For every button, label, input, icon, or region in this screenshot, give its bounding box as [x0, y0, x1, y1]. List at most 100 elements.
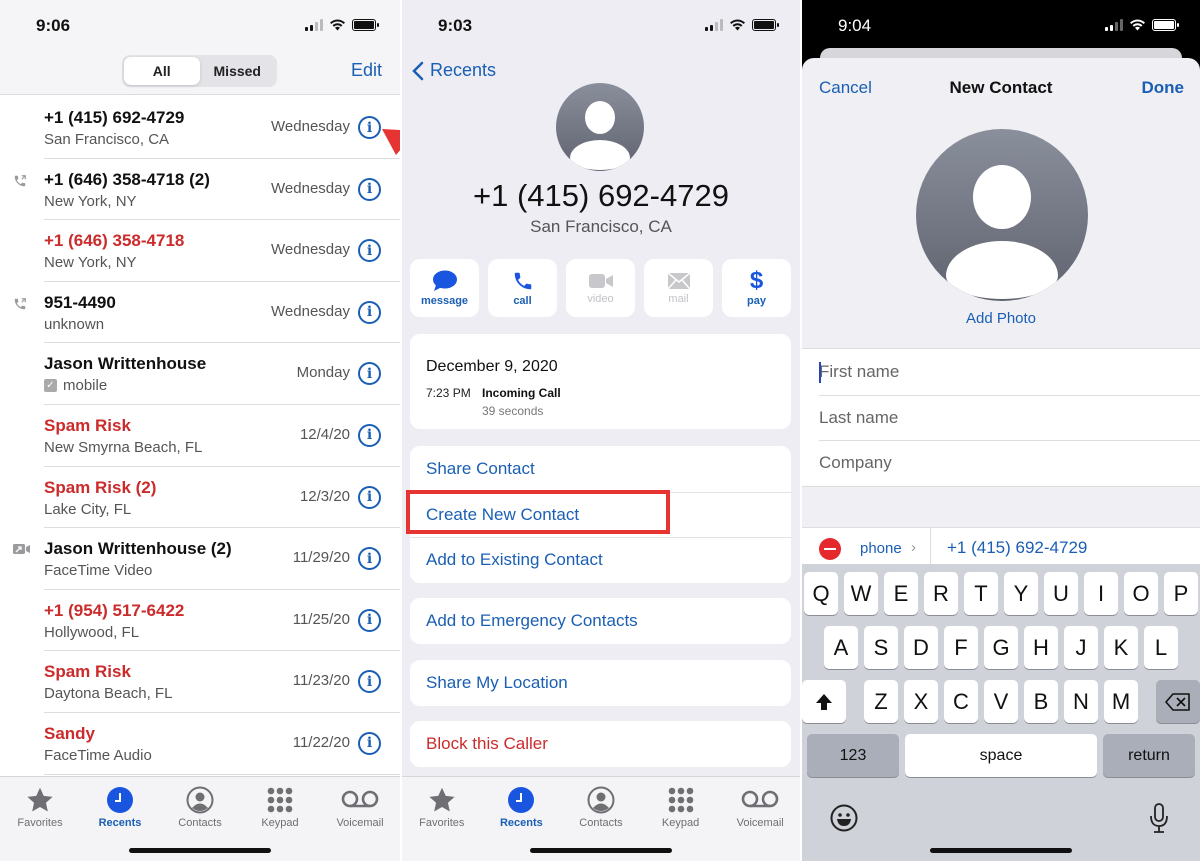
mail-button[interactable]: mail — [644, 259, 713, 317]
contact-photo-placeholder[interactable] — [916, 129, 1088, 301]
recent-call-row[interactable]: Sandy FaceTime Audio 11/22/20 i — [0, 713, 400, 775]
back-button[interactable]: Recents — [412, 60, 496, 81]
key-l[interactable]: L — [1144, 626, 1178, 669]
key-f[interactable]: F — [944, 626, 978, 669]
phone-value[interactable]: +1 (415) 692-4729 — [947, 538, 1087, 558]
first-name-input[interactable] — [819, 361, 1200, 382]
recent-call-row[interactable]: Spam Risk Daytona Beach, FL 11/23/20 i — [0, 651, 400, 713]
done-button[interactable]: Done — [1142, 78, 1185, 98]
avatar — [556, 83, 644, 171]
share-contact-item[interactable]: Share Contact — [410, 446, 791, 492]
key-g[interactable]: G — [984, 626, 1018, 669]
tab-contacts[interactable]: Contacts — [561, 777, 641, 829]
info-button[interactable]: i — [358, 300, 381, 324]
emoji-button[interactable] — [830, 804, 858, 837]
recent-call-row[interactable]: +1 (646) 358-4718 (2) New York, NY Wednesd… — [0, 159, 400, 221]
tab-keypad[interactable]: Keypad — [641, 777, 721, 829]
key-k[interactable]: K — [1104, 626, 1138, 669]
tab-contacts[interactable]: Contacts — [160, 777, 240, 829]
key-v[interactable]: V — [984, 680, 1018, 723]
key-a[interactable]: A — [824, 626, 858, 669]
key-i[interactable]: I — [1084, 572, 1118, 615]
caller-subtitle: New York, NY — [44, 192, 137, 210]
info-button[interactable]: i — [358, 177, 381, 201]
key-m[interactable]: M — [1104, 680, 1138, 723]
info-button[interactable]: i — [358, 608, 381, 632]
key-d[interactable]: D — [904, 626, 938, 669]
key-z[interactable]: Z — [864, 680, 898, 723]
recent-call-row[interactable]: Spam Risk New Smyrna Beach, FL 12/4/20 i — [0, 405, 400, 467]
recent-call-row[interactable]: +1 (415) 692-4729 San Francisco, CA Wednes… — [0, 97, 400, 159]
remove-phone-button[interactable] — [819, 538, 841, 560]
recent-call-row[interactable]: 951-4490 unknown Wednesday i — [0, 282, 400, 344]
key-w[interactable]: W — [844, 572, 878, 615]
company-input[interactable] — [819, 453, 1200, 474]
shift-key[interactable] — [802, 680, 846, 723]
share-my-location-item[interactable]: Share My Location — [410, 660, 791, 706]
key-y[interactable]: Y — [1004, 572, 1038, 615]
key-c[interactable]: C — [944, 680, 978, 723]
key-x[interactable]: X — [904, 680, 938, 723]
key-r[interactable]: R — [924, 572, 958, 615]
last-name-input[interactable] — [819, 407, 1200, 428]
numbers-key[interactable]: 123 — [807, 734, 899, 777]
key-h[interactable]: H — [1024, 626, 1058, 669]
add-photo-button[interactable]: Add Photo — [802, 310, 1200, 327]
key-u[interactable]: U — [1044, 572, 1078, 615]
recent-call-row[interactable]: +1 (646) 358-4718 New York, NY Wednesday i — [0, 220, 400, 282]
key-b[interactable]: B — [1024, 680, 1058, 723]
recent-call-row[interactable]: Jason Writtenhouse ✓ mobile Monday i — [0, 343, 400, 405]
add-to-emergency-contacts-item[interactable]: Add to Emergency Contacts — [410, 598, 791, 644]
key-o[interactable]: O — [1124, 572, 1158, 615]
info-button[interactable]: i — [358, 547, 381, 571]
tab-favorites[interactable]: Favorites — [402, 777, 482, 829]
info-button[interactable]: i — [358, 423, 381, 447]
video-button[interactable]: video — [566, 259, 635, 317]
battery-icon — [752, 18, 779, 31]
segment-all[interactable]: All — [124, 57, 200, 85]
key-p[interactable]: P — [1164, 572, 1198, 615]
recent-call-row[interactable]: Spam Risk (2) Lake City, FL 12/3/20 i — [0, 467, 400, 529]
add-to-existing-contact-item[interactable]: Add to Existing Contact — [410, 537, 791, 583]
info-button[interactable]: i — [358, 731, 381, 755]
caller-subtitle: ✓ mobile — [44, 377, 107, 394]
call-button[interactable]: call — [488, 259, 557, 317]
tab-recents[interactable]: Recents — [482, 777, 562, 829]
block-caller-item[interactable]: Block this Caller — [410, 721, 791, 767]
tab-favorites[interactable]: Favorites — [0, 777, 80, 829]
key-q[interactable]: Q — [804, 572, 838, 615]
message-button[interactable]: message — [410, 259, 479, 317]
tab-keypad[interactable]: Keypad — [240, 777, 320, 829]
key-e[interactable]: E — [884, 572, 918, 615]
recent-call-row[interactable]: +1 (954) 517-6422 Hollywood, FL 11/25/20 i — [0, 590, 400, 652]
info-button[interactable]: i — [358, 485, 381, 509]
phone-label-selector[interactable]: phone — [860, 540, 902, 557]
space-key[interactable]: space — [905, 734, 1097, 777]
chevron-left-icon — [412, 61, 424, 80]
pay-button[interactable]: $ pay — [722, 259, 791, 317]
recent-call-row[interactable]: Jason Writtenhouse (2) FaceTime Video 11/2… — [0, 528, 400, 590]
cancel-button[interactable]: Cancel — [819, 78, 872, 98]
segment-missed[interactable]: Missed — [200, 57, 276, 85]
return-key[interactable]: return — [1103, 734, 1195, 777]
info-button[interactable]: i — [358, 239, 381, 263]
key-s[interactable]: S — [864, 626, 898, 669]
status-time: 9:04 — [838, 16, 872, 35]
key-t[interactable]: T — [964, 572, 998, 615]
mail-icon — [666, 271, 691, 289]
backspace-key[interactable] — [1156, 680, 1200, 723]
caller-name: Spam Risk (2) — [44, 477, 157, 497]
edit-button[interactable]: Edit — [351, 60, 382, 81]
info-button[interactable]: i — [358, 670, 381, 694]
key-n[interactable]: N — [1064, 680, 1098, 723]
tab-voicemail[interactable]: Voicemail — [720, 777, 800, 829]
create-new-contact-item[interactable]: Create New Contact — [410, 491, 791, 538]
tab-voicemail[interactable]: Voicemail — [320, 777, 400, 829]
caller-name: +1 (646) 358-4718 (2) — [44, 169, 210, 189]
key-j[interactable]: J — [1064, 626, 1098, 669]
info-button[interactable]: i — [358, 362, 381, 386]
tab-recents[interactable]: Recents — [80, 777, 160, 829]
info-button[interactable]: i — [358, 116, 381, 139]
clock-icon — [106, 785, 134, 815]
dictation-button[interactable] — [1148, 802, 1170, 839]
